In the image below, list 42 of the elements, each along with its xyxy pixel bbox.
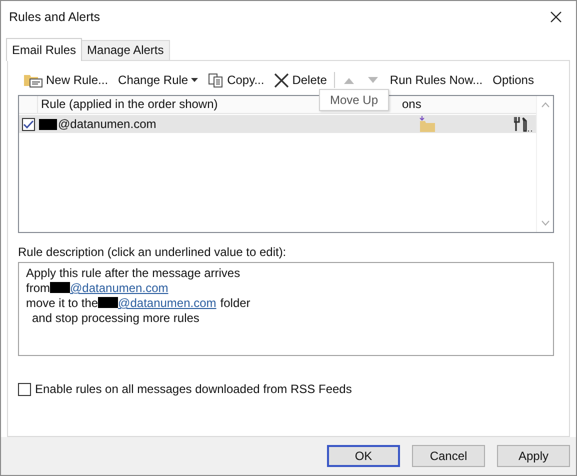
column-header[interactable]: ons: [399, 96, 422, 113]
rule-name: @datanumen.com: [58, 117, 156, 131]
redaction-bar: [98, 297, 118, 308]
toolbar-button[interactable]: Options: [488, 70, 539, 90]
toolbar-button[interactable]: New Rule...: [18, 70, 114, 90]
close-icon[interactable]: [550, 10, 562, 22]
folder-icon: [23, 72, 43, 88]
up-triangle-icon: [344, 76, 354, 84]
tools-icon: [514, 116, 534, 132]
description-line: Apply this rule after the message arrives: [26, 266, 242, 281]
description-line: move it to the @datanumen.com folder: [26, 296, 252, 311]
toolbar-button[interactable]: Delete: [269, 70, 332, 90]
description-text: folder: [220, 296, 250, 310]
dialog-button[interactable]: Apply: [497, 445, 570, 467]
tab[interactable]: Manage Alerts: [81, 40, 170, 60]
rule-checkbox[interactable]: [22, 118, 35, 130]
move-to-folder-icon: [418, 116, 436, 132]
dialog-button[interactable]: Cancel: [412, 445, 485, 467]
address-link[interactable]: @datanumen.com: [70, 281, 168, 295]
window-title: Rules and Alerts: [9, 10, 100, 24]
caret-icon: [191, 78, 198, 82]
description-line: from @datanumen.com: [26, 281, 170, 296]
description-line: and stop processing more rules: [31, 311, 200, 326]
tab[interactable]: Email Rules: [6, 38, 82, 61]
toolbar-button[interactable]: Run Rules Now...: [384, 70, 488, 90]
toolbar-button[interactable]: Copy...: [203, 70, 270, 90]
delete-icon: [274, 72, 290, 88]
tooltip: Move Up: [319, 89, 390, 111]
down-triangle-icon: [368, 76, 378, 84]
address-link[interactable]: @datanumen.com: [118, 296, 216, 310]
redaction-bar: [50, 282, 70, 293]
redaction-bar: [39, 118, 57, 130]
rss-checkbox[interactable]: [18, 382, 31, 396]
dialog-button[interactable]: OK: [327, 445, 400, 467]
scroll-up-icon[interactable]: [540, 102, 550, 108]
rule-row[interactable]: @datanumen.com: [19, 115, 536, 133]
description-label: Rule description (click an underlined value to edit):: [18, 245, 288, 259]
rss-label: Enable rules on all messages downloaded from RSS Feeds: [35, 382, 352, 396]
column-header[interactable]: Rule (applied in the order shown): [38, 96, 321, 113]
scroll-down-icon[interactable]: [540, 220, 550, 226]
toolbar-button[interactable]: Change Rule: [113, 70, 204, 90]
copy-icon: [208, 72, 224, 88]
